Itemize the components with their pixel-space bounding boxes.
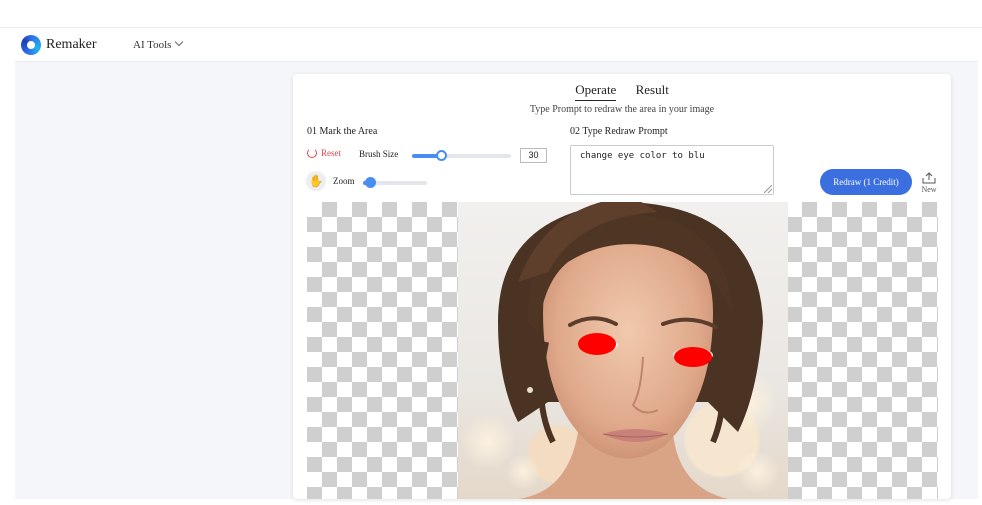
nav-ai-tools-label: AI Tools [133,39,172,51]
header: Remaker AI Tools [15,29,978,62]
tab-operate[interactable]: Operate [575,82,617,101]
redraw-button[interactable]: Redraw (1 Credit) [820,169,912,195]
upload-icon [922,172,936,184]
brush-size-slider[interactable] [412,150,511,161]
reset-button[interactable]: Reset [307,148,341,158]
tabs: Operate Result [293,82,951,101]
hand-icon: ✋ [308,173,324,188]
brand-name[interactable]: Remaker [46,37,97,53]
brush-size-label: Brush Size [359,149,399,159]
prompt-title: 02 Type Redraw Prompt [570,126,668,137]
portrait-drawing [460,202,780,499]
brush-size-knob[interactable] [436,150,447,161]
nav-ai-tools[interactable]: AI Tools [133,37,184,51]
zoom-knob[interactable] [365,177,376,188]
mark-area-title: 01 Mark the Area [307,126,378,137]
portrait-image[interactable] [458,202,788,499]
hand-tool-button[interactable]: ✋ [306,171,326,191]
new-label: New [921,185,937,194]
image-canvas[interactable] [307,202,938,499]
editor-card: Operate Result Type Prompt to redraw the… [293,74,951,499]
refresh-icon [307,148,317,158]
top-strip [0,0,982,28]
reset-label: Reset [321,148,341,158]
zoom-label: Zoom [333,176,355,186]
remaker-logo-icon[interactable] [21,35,41,55]
resize-grip-icon[interactable] [764,185,772,193]
chevron-down-icon [175,37,184,47]
zoom-slider[interactable] [363,177,427,188]
new-button[interactable]: New [917,172,941,194]
page-subtitle: Type Prompt to redraw the area in your i… [529,104,715,115]
tab-result[interactable]: Result [636,82,669,100]
brush-size-input[interactable]: 30 [520,148,547,163]
prompt-input[interactable]: change eye color to blu [570,145,774,195]
